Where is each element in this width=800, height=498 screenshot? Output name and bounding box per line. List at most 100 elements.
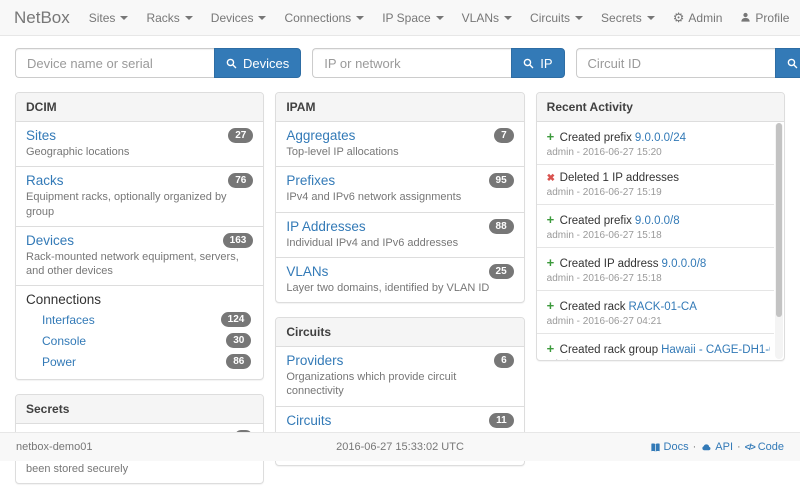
search-row: Devices IP Circuits (0, 36, 800, 92)
activity-target-link[interactable]: Hawaii - CAGE-DH1-01 (661, 344, 770, 356)
interfaces-count-badge: 124 (221, 312, 252, 327)
racks-link[interactable]: Racks (26, 173, 64, 188)
recent-activity-list: Created prefix9.0.0.0/24 admin - 2016-06… (537, 122, 784, 360)
gear-icon (673, 10, 685, 26)
circuit-search-input[interactable] (576, 48, 775, 78)
activity-target-link[interactable]: RACK-01-CA (629, 301, 697, 313)
navbar-right: Admin Profile Log out (664, 0, 800, 36)
plus-icon (547, 298, 560, 313)
ip-search-group: IP (312, 48, 564, 78)
devices-link[interactable]: Devices (26, 233, 74, 248)
activity-target-link[interactable]: 9.0.0.0/24 (635, 132, 686, 144)
activity-row: Created prefix9.0.0.0/24 admin - 2016-06… (537, 122, 774, 164)
nav-ip-space[interactable]: IP Space (373, 0, 452, 36)
ip-addresses-desc: Individual IPv4 and IPv6 addresses (286, 236, 513, 250)
circuit-search-button[interactable]: Circuits (775, 48, 800, 78)
ip-search-input[interactable] (312, 48, 511, 78)
circuits-count-badge: 11 (489, 413, 514, 428)
profile-link[interactable]: Profile (731, 0, 798, 36)
docs-link[interactable]: Docs (650, 441, 689, 453)
chevron-down-icon (436, 16, 444, 20)
footer-links: Docs · API · Code (650, 441, 784, 453)
providers-link[interactable]: Providers (286, 353, 343, 368)
nav-devices[interactable]: Devices (202, 0, 276, 36)
connections-power-row: Power 86 (26, 351, 253, 372)
plus-icon (547, 255, 560, 270)
search-icon (226, 58, 237, 69)
console-link[interactable]: Console (42, 334, 86, 348)
footer-separator: · (693, 441, 697, 453)
circuit-search-group: Circuits (576, 48, 800, 78)
chevron-down-icon (120, 16, 128, 20)
api-link[interactable]: API (700, 441, 733, 453)
activity-row: Created IP address9.0.0.0/8 admin - 2016… (537, 247, 774, 290)
docs-label: Docs (664, 441, 689, 453)
api-label: API (715, 441, 733, 453)
ip-addresses-link[interactable]: IP Addresses (286, 219, 365, 234)
ip-search-button[interactable]: IP (511, 48, 564, 78)
connections-console-row: Console 30 (26, 330, 253, 351)
footer-separator: · (737, 441, 741, 453)
search-icon (787, 58, 798, 69)
activity-row: Created rackRACK-01-CA admin - 2016-06-2… (537, 290, 774, 333)
recent-activity-panel: Recent Activity Created prefix9.0.0.0/24… (536, 92, 785, 361)
circuits-link[interactable]: Circuits (286, 413, 331, 428)
dcim-panel: DCIM Sites27 Geographic locations Racks7… (15, 92, 264, 380)
chevron-down-icon (504, 16, 512, 20)
nav-secrets-label: Secrets (601, 11, 642, 25)
aggregates-count-badge: 7 (494, 128, 514, 143)
nav-ip-space-label: IP Space (382, 11, 430, 25)
nav-sites-label: Sites (89, 11, 116, 25)
providers-count-badge: 6 (494, 353, 514, 368)
activity-target-link[interactable]: 9.0.0.0/8 (635, 215, 680, 227)
code-label: Code (758, 441, 784, 453)
activity-meta: admin - 2016-06-27 15:19 (547, 187, 770, 198)
power-link[interactable]: Power (42, 355, 76, 369)
activity-meta: admin - 2016-06-27 15:18 (547, 273, 770, 284)
ip-addresses-count-badge: 88 (489, 219, 514, 234)
devices-desc: Rack-mounted network equipment, servers,… (26, 250, 253, 279)
nav-secrets[interactable]: Secrets (592, 0, 664, 36)
racks-count-badge: 76 (228, 173, 253, 188)
vlans-link[interactable]: VLANs (286, 264, 328, 279)
nav-circuits[interactable]: Circuits (521, 0, 592, 36)
interfaces-link[interactable]: Interfaces (42, 313, 95, 327)
activity-action: Created rack (560, 301, 626, 313)
activity-row: Created rack groupHawaii - CAGE-DH1-01 a… (537, 333, 774, 360)
footer: netbox-demo01 2016-06-27 15:33:02 UTC Do… (0, 432, 800, 461)
scrollbar-thumb[interactable] (776, 123, 782, 317)
user-icon (740, 12, 751, 23)
cloud-icon (700, 442, 712, 453)
chevron-down-icon (258, 16, 266, 20)
connections-interfaces-row: Interfaces 124 (26, 309, 253, 330)
dcim-item-devices: Devices163 Rack-mounted network equipmen… (16, 226, 263, 286)
activity-meta: admin - 2016-06-27 04:21 (547, 359, 770, 360)
providers-desc: Organizations which provide circuit conn… (286, 370, 513, 399)
power-count-badge: 86 (226, 354, 251, 369)
admin-link[interactable]: Admin (664, 0, 732, 36)
chevron-down-icon (356, 16, 364, 20)
book-icon (650, 442, 661, 453)
sites-count-badge: 27 (228, 128, 253, 143)
nav-connections[interactable]: Connections (275, 0, 373, 36)
aggregates-link[interactable]: Aggregates (286, 128, 355, 143)
device-search-button[interactable]: Devices (214, 48, 301, 78)
prefixes-count-badge: 95 (489, 173, 514, 188)
nav-racks[interactable]: Racks (137, 0, 201, 36)
nav-racks-label: Racks (146, 11, 179, 25)
activity-target-link[interactable]: 9.0.0.0/8 (662, 258, 707, 270)
console-count-badge: 30 (226, 333, 251, 348)
nav-sites[interactable]: Sites (80, 0, 138, 36)
prefixes-link[interactable]: Prefixes (286, 173, 335, 188)
device-search-input[interactable] (15, 48, 214, 78)
nav-vlans[interactable]: VLANs (453, 0, 521, 36)
aggregates-desc: Top-level IP allocations (286, 145, 513, 159)
activity-meta: admin - 2016-06-27 04:21 (547, 316, 770, 327)
app-brand[interactable]: NetBox (14, 8, 70, 28)
plus-icon (547, 129, 560, 144)
sites-link[interactable]: Sites (26, 128, 56, 143)
code-link[interactable]: Code (745, 441, 784, 453)
activity-action: Created rack group (560, 344, 658, 356)
vlans-desc: Layer two domains, identified by VLAN ID (286, 281, 513, 295)
ipam-panel-title: IPAM (276, 93, 523, 122)
